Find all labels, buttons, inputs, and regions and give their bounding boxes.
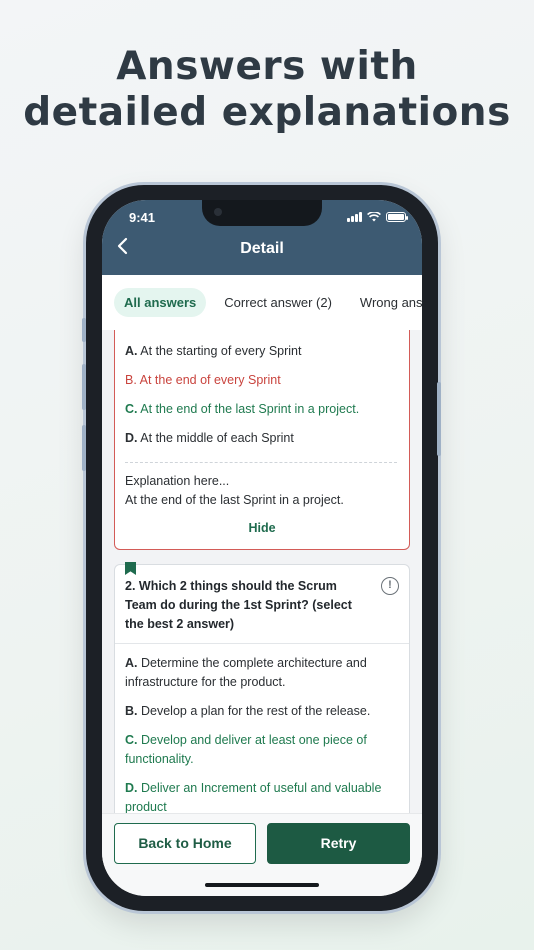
phone-screen: 9:41 Detail All answers Correct answer (… <box>102 200 422 896</box>
question-text: 2. Which 2 things should the Scrum Team … <box>125 579 352 631</box>
question-card-1: A. At the starting of every Sprint B. At… <box>114 330 410 550</box>
app-header: 9:41 Detail <box>102 200 422 275</box>
explanation-text: At the end of the last Sprint in a proje… <box>125 493 344 507</box>
camera-dot <box>214 208 222 216</box>
status-icons <box>347 212 408 222</box>
headline-line-1: Answers with <box>116 44 418 89</box>
bookmark-icon[interactable] <box>125 562 136 575</box>
divider <box>115 643 409 644</box>
back-to-home-button[interactable]: Back to Home <box>114 823 256 864</box>
option-d-correct: D. Deliver an Increment of useful and va… <box>125 781 382 813</box>
answer-filter-tabs: All answers Correct answer (2) Wrong ans… <box>102 275 422 330</box>
explanation-title: Explanation here... <box>125 474 230 488</box>
tab-all-answers[interactable]: All answers <box>114 288 207 317</box>
hide-explanation-button[interactable]: Hide <box>115 521 409 535</box>
question-card-2: 2. Which 2 things should the Scrum Team … <box>114 562 410 813</box>
option-a: A. At the starting of every Sprint <box>125 344 302 358</box>
divider <box>125 462 397 463</box>
phone-volume-up <box>82 364 86 410</box>
option-d: D. At the middle of each Sprint <box>125 431 294 445</box>
option-b-wrong: B. At the end of every Sprint <box>125 373 281 387</box>
phone-side-button <box>82 318 86 342</box>
headline-line-2: detailed explanations <box>23 90 511 135</box>
option-c-correct: C. Develop and deliver at least one piec… <box>125 733 367 766</box>
option-c-correct: C. At the end of the last Sprint in a pr… <box>125 402 360 416</box>
wifi-icon <box>367 212 381 222</box>
promo-headline: Answers with detailed explanations <box>0 44 534 136</box>
tab-correct-answer[interactable]: Correct answer (2) <box>214 288 342 317</box>
signal-icon <box>347 212 362 222</box>
option-b: B. Develop a plan for the rest of the re… <box>125 704 371 718</box>
page-title: Detail <box>240 240 284 257</box>
question-list[interactable]: A. At the starting of every Sprint B. At… <box>102 330 422 813</box>
retry-button[interactable]: Retry <box>267 823 410 864</box>
report-info-icon[interactable]: ! <box>381 577 399 595</box>
tab-wrong-answer[interactable]: Wrong answer <box>350 288 422 317</box>
option-a: A. Determine the complete architecture a… <box>125 656 367 689</box>
phone-volume-down <box>82 425 86 471</box>
phone-power-button <box>437 382 441 456</box>
home-indicator <box>205 883 319 887</box>
status-time: 9:41 <box>129 210 156 225</box>
action-bar: Back to Home Retry <box>102 813 422 896</box>
battery-icon <box>386 212 408 222</box>
